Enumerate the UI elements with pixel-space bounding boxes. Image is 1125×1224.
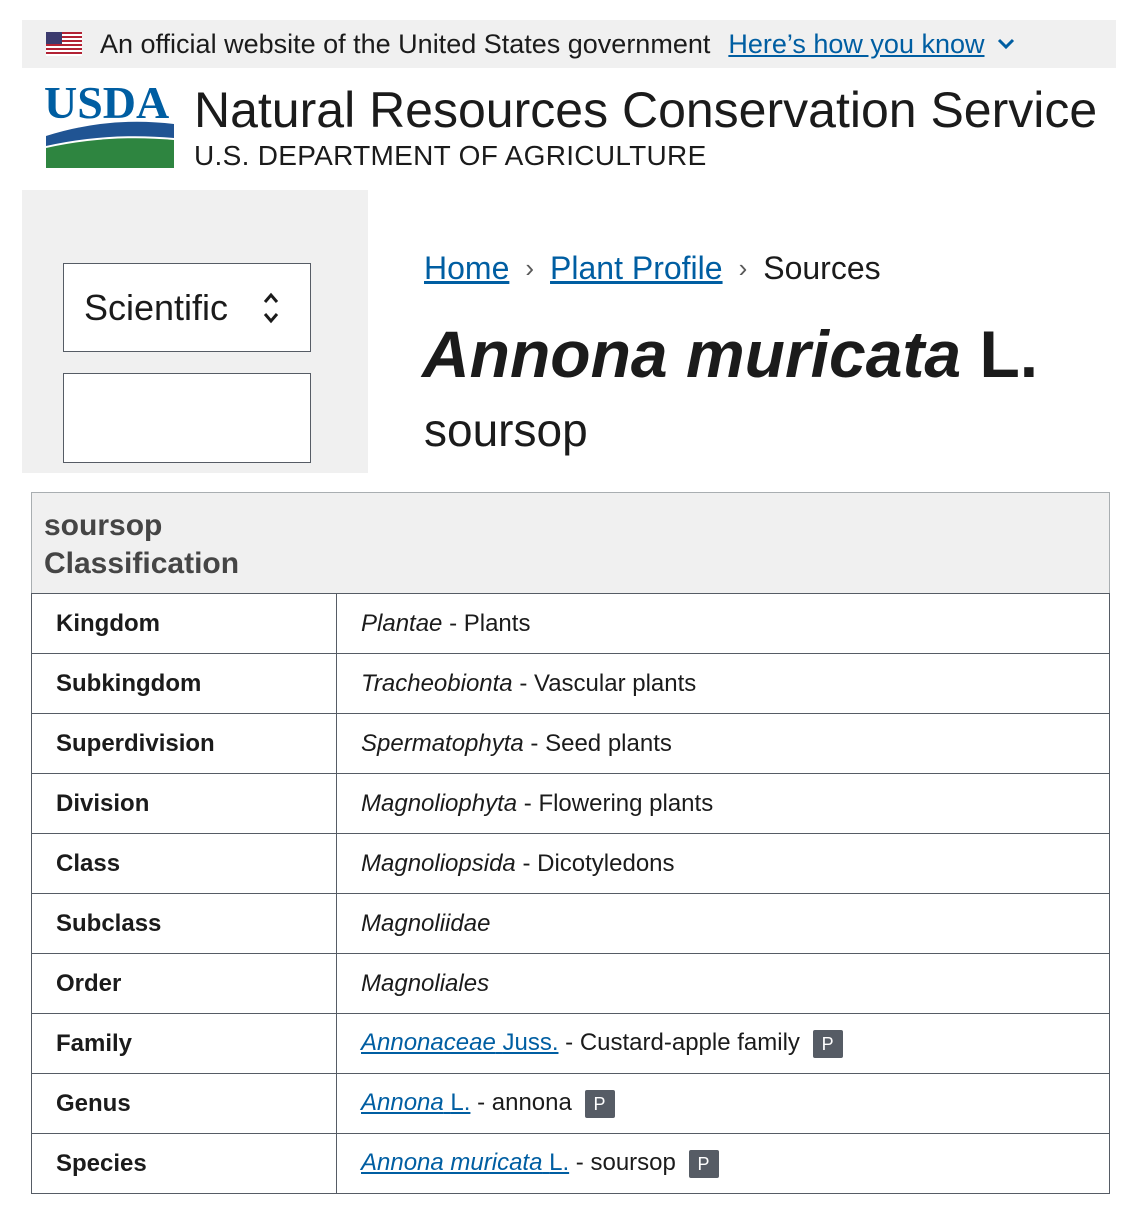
taxon-common: - Vascular plants <box>512 669 697 697</box>
rank-label: Division <box>31 773 337 834</box>
taxon-author: L. <box>450 1089 471 1117</box>
rank-value: Plantae - Plants <box>336 593 1110 654</box>
page-title: Annona muricata L. <box>422 314 1038 394</box>
taxon-common: - Seed plants <box>523 729 672 757</box>
select-arrows-icon <box>263 292 279 324</box>
taxon-scientific: Magnoliidae <box>361 909 491 937</box>
common-name: soursop <box>424 404 588 456</box>
rank-label: Order <box>31 953 337 1014</box>
rank-value: Annonaceae Juss. - Custard-apple family … <box>336 1013 1110 1074</box>
breadcrumb-chevron-icon: › <box>525 253 535 283</box>
rank-label: Family <box>31 1013 337 1074</box>
taxon-scientific: Magnoliales <box>361 969 490 997</box>
breadcrumb: Home › Plant Profile › Sources <box>424 250 881 287</box>
table-row: Subkingdom Tracheobionta - Vascular plan… <box>31 653 1110 714</box>
us-flag-icon <box>46 32 82 56</box>
gov-banner: An official website of the United States… <box>22 20 1116 68</box>
table-row: Order Magnoliales <box>31 953 1110 1014</box>
table-row: Kingdom Plantae - Plants <box>31 593 1110 654</box>
taxon-scientific: Spermatophyta <box>361 729 524 757</box>
classification-caption-common: soursop <box>44 509 163 542</box>
taxon-common: - Plants <box>442 609 531 637</box>
search-input[interactable] <box>63 373 311 463</box>
breadcrumb-plant-profile-link[interactable]: Plant Profile <box>550 250 723 287</box>
rank-label: Superdivision <box>31 713 337 774</box>
table-row: Class Magnoliopsida - Dicotyledons <box>31 833 1110 894</box>
plant-badge: P <box>584 1089 615 1118</box>
taxon-scientific: Annona <box>361 1089 444 1117</box>
gov-banner-text: An official website of the United States… <box>100 28 711 59</box>
table-row: Species Annona muricata L. - soursop P <box>31 1133 1110 1194</box>
rank-value: Magnoliidae <box>336 893 1110 954</box>
rank-value: Annona muricata L. - soursop P <box>336 1133 1110 1194</box>
taxon-common: - soursop <box>569 1149 676 1177</box>
rank-value: Magnoliales <box>336 953 1110 1014</box>
taxon-scientific: Annona muricata <box>361 1149 543 1177</box>
scientific-author: L. <box>979 317 1039 391</box>
taxon-author: Juss. <box>502 1029 559 1057</box>
table-row: Division Magnoliophyta - Flowering plant… <box>31 773 1110 834</box>
rank-label: Subclass <box>31 893 337 954</box>
table-row: Family Annonaceae Juss. - Custard-apple … <box>31 1013 1110 1074</box>
breadcrumb-chevron-icon: › <box>738 253 748 283</box>
taxon-scientific: Annonaceae <box>361 1029 496 1057</box>
rank-label: Kingdom <box>31 593 337 654</box>
breadcrumb-current: Sources <box>763 250 881 286</box>
rank-value: Magnoliophyta - Flowering plants <box>336 773 1110 834</box>
plant-badge: P <box>812 1029 843 1058</box>
rank-value: Annona L. - annona P <box>336 1073 1110 1134</box>
rank-value: Magnoliopsida - Dicotyledons <box>336 833 1110 894</box>
svg-text:USDA: USDA <box>44 80 169 128</box>
rank-label: Genus <box>31 1073 337 1134</box>
rank-value: Tracheobionta - Vascular plants <box>336 653 1110 714</box>
agency-name[interactable]: Natural Resources Conservation Service <box>194 80 1097 140</box>
family-link[interactable]: Annonaceae Juss. <box>361 1029 558 1056</box>
rank-label: Subkingdom <box>31 653 337 714</box>
taxon-common: - Dicotyledons <box>515 849 675 877</box>
taxon-common: - annona <box>470 1089 572 1117</box>
heres-how-you-know-link[interactable]: Here’s how you know <box>728 29 984 60</box>
chevron-down-icon[interactable] <box>997 38 1015 50</box>
plant-badge: P <box>688 1149 719 1178</box>
taxon-common: - Flowering plants <box>517 789 714 817</box>
taxon-author: L. <box>549 1149 570 1177</box>
rank-label: Species <box>31 1133 337 1194</box>
scientific-name: Annona muricata <box>422 317 962 391</box>
name-type-select[interactable]: Scientific <box>63 263 311 352</box>
classification-table: soursop Classification Kingdom Plantae -… <box>31 492 1110 1194</box>
breadcrumb-home-link[interactable]: Home <box>424 250 509 287</box>
species-link[interactable]: Annona muricata L. <box>361 1149 569 1176</box>
site-header: USDA Natural Resources Conservation Serv… <box>44 80 1104 180</box>
taxon-scientific: Tracheobionta <box>361 669 513 697</box>
rank-label: Class <box>31 833 337 894</box>
genus-link[interactable]: Annona L. <box>361 1089 470 1116</box>
classification-caption: soursop Classification <box>31 492 1110 593</box>
search-sidebar: Scientific <box>22 190 368 473</box>
taxon-scientific: Plantae <box>361 609 443 637</box>
taxon-scientific: Magnoliopsida <box>361 849 516 877</box>
table-row: Genus Annona L. - annona P <box>31 1073 1110 1134</box>
taxon-common: - Custard-apple family <box>558 1029 800 1057</box>
name-type-select-value: Scientific <box>84 286 229 328</box>
taxon-scientific: Magnoliophyta <box>361 789 518 817</box>
department-name: U.S. DEPARTMENT OF AGRICULTURE <box>194 140 707 171</box>
table-row: Superdivision Spermatophyta - Seed plant… <box>31 713 1110 774</box>
usda-logo[interactable]: USDA <box>44 80 174 170</box>
rank-value: Spermatophyta - Seed plants <box>336 713 1110 774</box>
table-row: Subclass Magnoliidae <box>31 893 1110 954</box>
classification-caption-title: Classification <box>44 547 240 580</box>
